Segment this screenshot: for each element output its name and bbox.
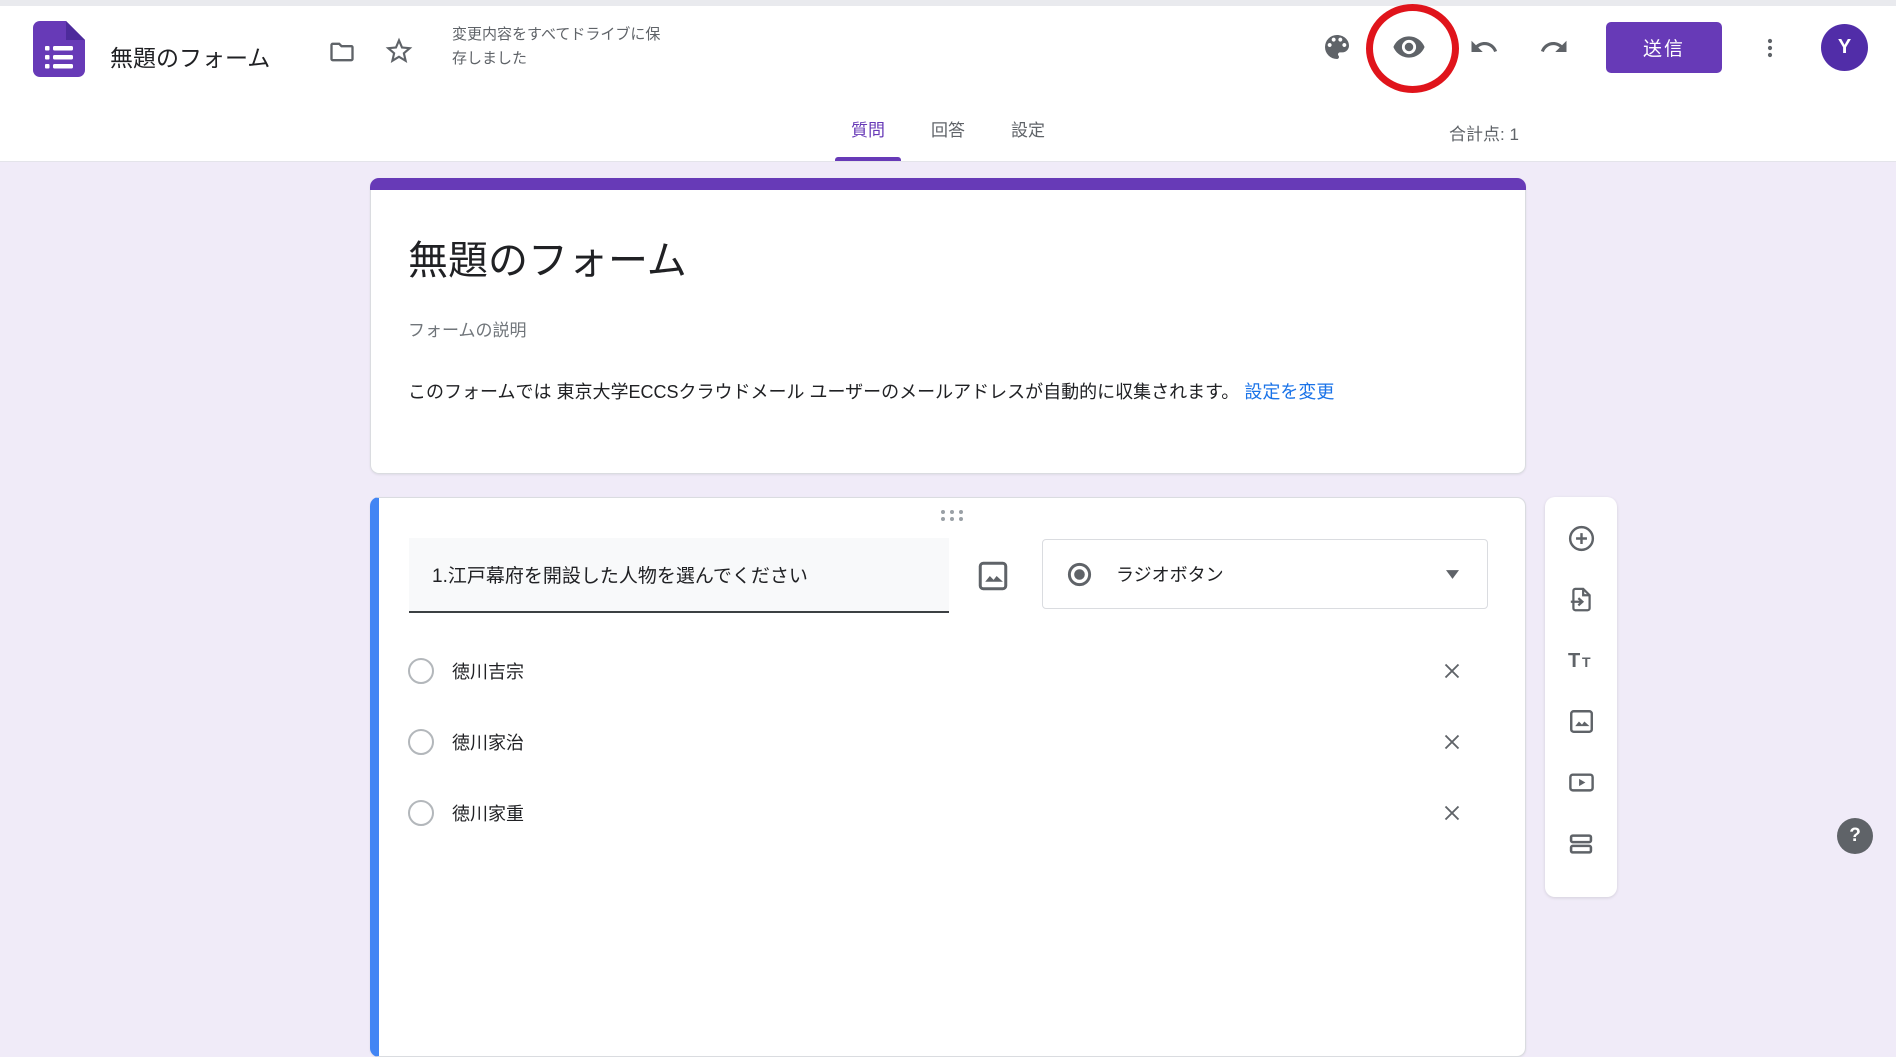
theme-color-bar (370, 178, 1526, 190)
chevron-down-icon (1446, 570, 1459, 579)
move-to-folder-button[interactable] (320, 30, 364, 74)
form-header-card: 無題のフォーム フォームの説明 このフォームでは 東京大学ECCSクラウドメール… (370, 178, 1526, 474)
remove-option-button[interactable] (1438, 657, 1466, 685)
option-radio[interactable] (408, 800, 434, 826)
tab-questions-label: 質問 (851, 116, 885, 141)
option-label[interactable]: 徳川吉宗 (452, 651, 524, 691)
add-image-button[interactable] (1567, 707, 1596, 736)
svg-text:T: T (1568, 650, 1580, 672)
total-points-label: 合計点: 1 (1449, 120, 1519, 145)
question-title-input[interactable]: 1.江戸幕府を開設した人物を選んでください (409, 538, 949, 613)
preview-eye-icon (1392, 30, 1426, 64)
undo-icon (1469, 32, 1499, 62)
email-collection-notice-text: このフォームでは 東京大学ECCSクラウドメール ユーザーのメールアドレスが自動… (408, 382, 1239, 402)
add-video-button[interactable] (1567, 768, 1596, 797)
redo-button[interactable] (1532, 25, 1576, 69)
redo-icon (1539, 32, 1569, 62)
tab-responses-label: 回答 (931, 116, 965, 141)
tab-settings[interactable]: 設定 (995, 95, 1061, 161)
add-section-icon (1567, 830, 1595, 858)
option-row: 徳川吉宗 (379, 651, 1526, 691)
tab-questions[interactable]: 質問 (835, 95, 901, 161)
option-radio[interactable] (408, 729, 434, 755)
side-toolbar: T T (1545, 497, 1617, 897)
option-label[interactable]: 徳川家重 (452, 793, 524, 833)
more-options-button[interactable] (1748, 26, 1792, 70)
preview-button[interactable] (1387, 25, 1431, 69)
svg-text:T: T (1582, 654, 1591, 670)
option-radio[interactable] (408, 658, 434, 684)
star-icon (383, 35, 415, 67)
window-edge (0, 0, 1896, 6)
import-questions-icon (1568, 586, 1595, 613)
folder-icon (328, 38, 356, 66)
send-button[interactable]: 送信 (1606, 22, 1722, 73)
add-question-icon (1567, 524, 1596, 553)
add-question-image-button[interactable] (971, 554, 1015, 598)
app-header: 無題のフォーム 変更内容をすべてドライブに保存しました 送信 (0, 0, 1896, 162)
form-description-field[interactable]: フォームの説明 (408, 316, 527, 341)
add-section-button[interactable] (1567, 829, 1596, 858)
option-row: 徳川家重 (379, 793, 1526, 833)
close-icon (1440, 659, 1464, 683)
star-button[interactable] (377, 29, 421, 73)
tab-responses[interactable]: 回答 (915, 95, 981, 161)
undo-button[interactable] (1462, 25, 1506, 69)
question-card: 1.江戸幕府を開設した人物を選んでください ラジオボタン 徳川吉宗 (370, 497, 1526, 1057)
remove-option-button[interactable] (1438, 799, 1466, 827)
customize-theme-button[interactable] (1315, 25, 1359, 69)
drag-handle[interactable] (941, 510, 963, 521)
close-icon (1440, 730, 1464, 754)
question-type-label: ラジオボタン (1116, 561, 1224, 587)
close-icon (1440, 801, 1464, 825)
document-title[interactable]: 無題のフォーム (110, 39, 270, 73)
more-vert-icon (1758, 36, 1782, 60)
account-avatar[interactable]: Y (1821, 24, 1868, 71)
remove-option-button[interactable] (1438, 728, 1466, 756)
help-button[interactable]: ? (1837, 818, 1873, 854)
add-video-icon (1567, 768, 1596, 797)
add-question-button[interactable] (1567, 524, 1596, 553)
active-tab-underline (835, 157, 901, 161)
add-title-text-button[interactable]: T T (1567, 646, 1596, 675)
change-settings-link[interactable]: 設定を変更 (1244, 382, 1334, 402)
palette-icon (1321, 31, 1353, 63)
add-image-icon (1567, 707, 1596, 736)
forms-logo-icon[interactable] (33, 21, 85, 77)
question-type-dropdown[interactable]: ラジオボタン (1042, 539, 1488, 609)
tab-settings-label: 設定 (1011, 116, 1045, 141)
option-row: 徳川家治 (379, 722, 1526, 762)
form-edit-area: 無題のフォーム フォームの説明 このフォームでは 東京大学ECCSクラウドメール… (0, 162, 1896, 862)
email-collection-notice: このフォームでは 東京大学ECCSクラウドメール ユーザーのメールアドレスが自動… (408, 376, 1500, 408)
form-title-field[interactable]: 無題のフォーム (408, 228, 687, 286)
save-status-text[interactable]: 変更内容をすべてドライブに保存しました (452, 23, 672, 71)
option-label[interactable]: 徳川家治 (452, 722, 524, 762)
tab-bar: 質問 回答 設定 合計点: 1 (0, 95, 1896, 161)
radio-button-icon (1066, 561, 1093, 588)
import-questions-button[interactable] (1567, 585, 1596, 614)
add-title-text-icon: T T (1567, 648, 1596, 673)
image-icon (975, 558, 1011, 594)
